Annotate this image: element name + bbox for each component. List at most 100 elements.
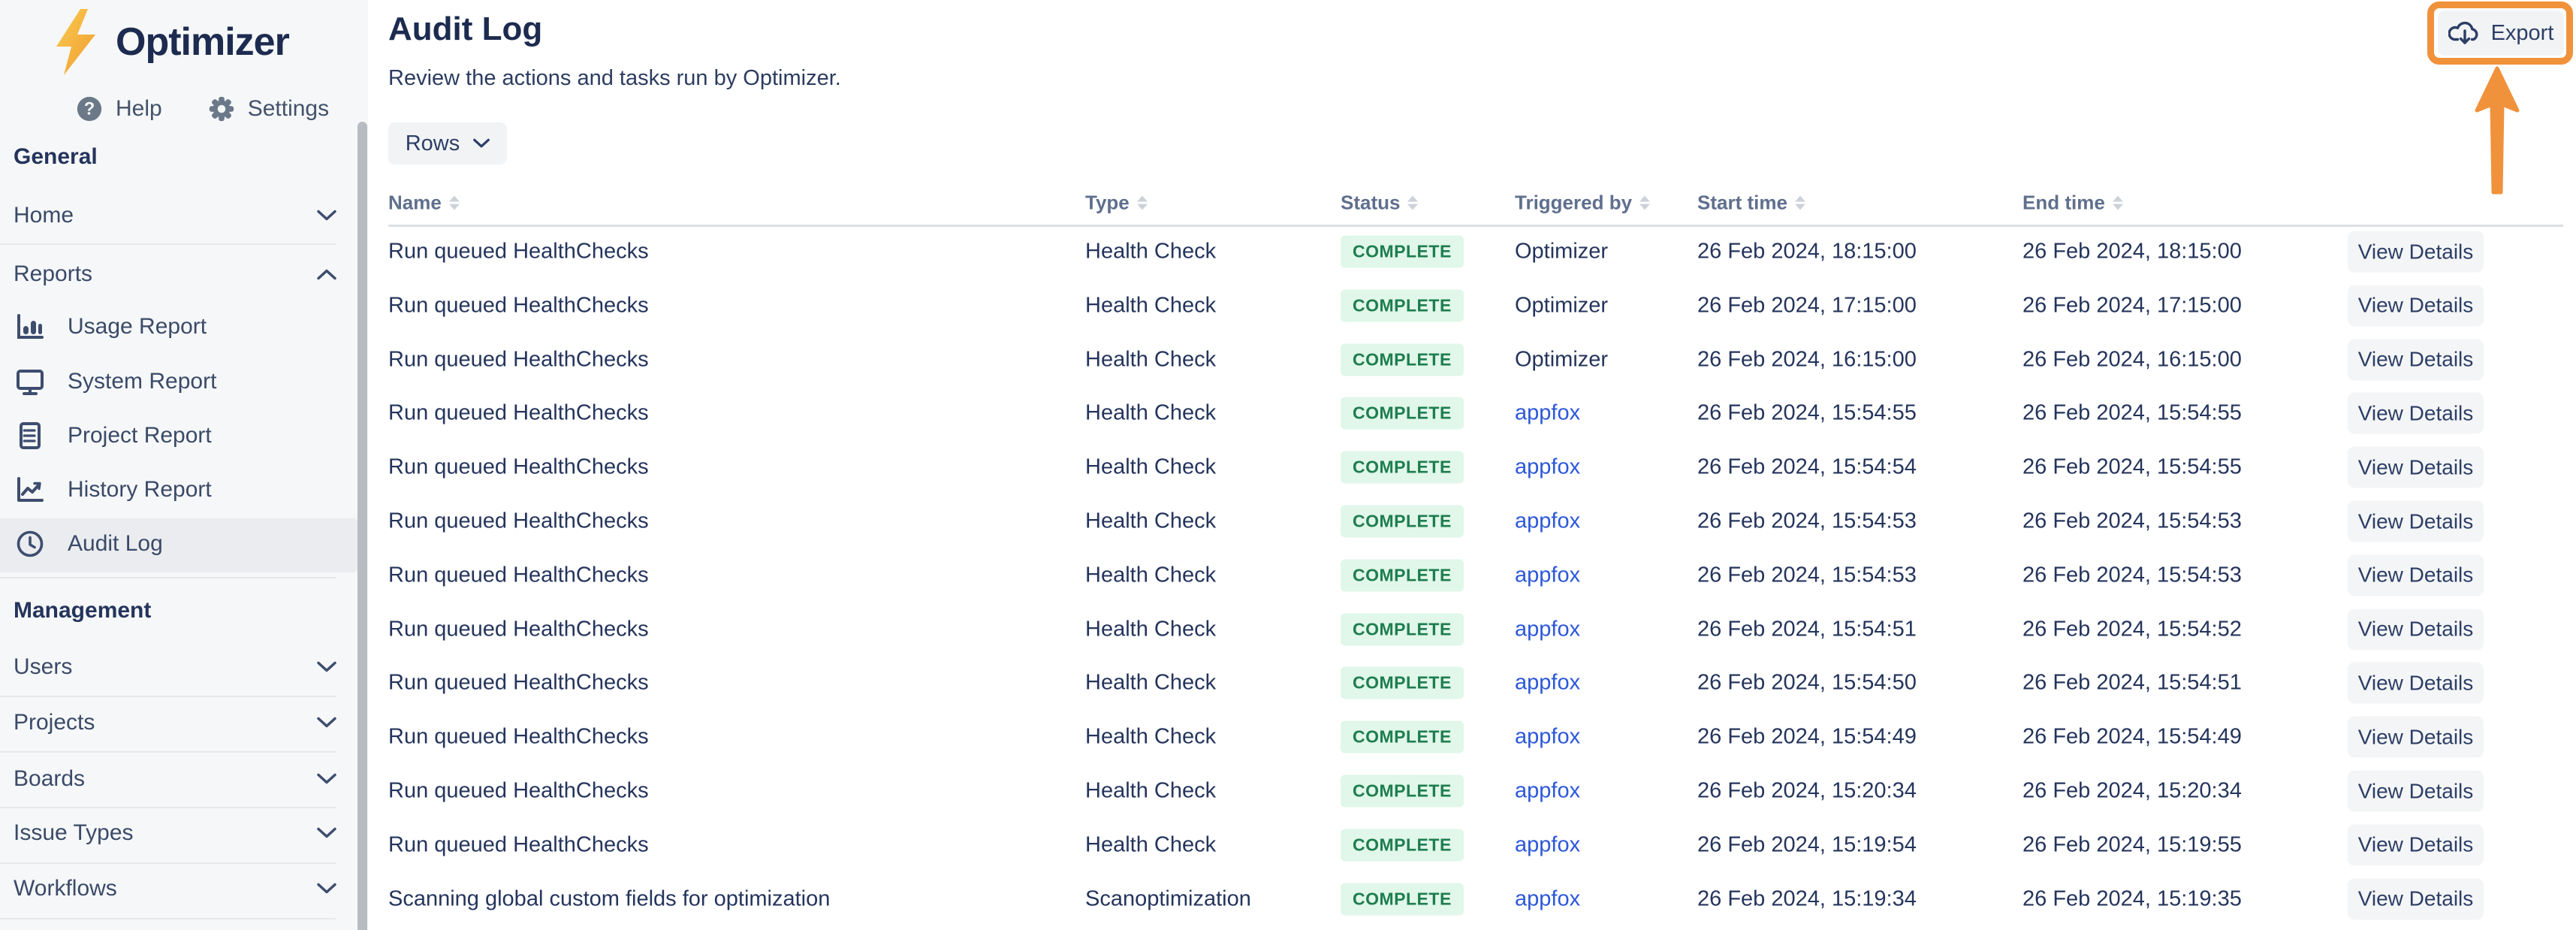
triggered-by-link[interactable]: appfox bbox=[1515, 455, 1580, 480]
audit-task-type: Health Check bbox=[1085, 671, 1216, 696]
triggered-by-link[interactable]: appfox bbox=[1515, 401, 1580, 426]
help-link[interactable]: ? Help bbox=[75, 95, 162, 123]
end-time-value: 26 Feb 2024, 15:54:55 bbox=[2022, 455, 2242, 480]
export-button[interactable]: Export bbox=[2438, 11, 2564, 56]
end-time-value: 26 Feb 2024, 15:54:53 bbox=[2022, 563, 2242, 587]
sidebar-divider bbox=[0, 696, 336, 697]
chevron-down-icon bbox=[317, 773, 336, 785]
sidebar-item-history-report[interactable]: History Report bbox=[15, 473, 336, 506]
settings-label: Settings bbox=[248, 96, 329, 122]
view-details-button[interactable]: View Details bbox=[2348, 771, 2484, 812]
view-details-button[interactable]: View Details bbox=[2348, 717, 2484, 758]
sidebar-item-audit-log[interactable]: Audit Log bbox=[15, 527, 336, 560]
status-badge: COMPLETE bbox=[1341, 775, 1464, 808]
view-details-button[interactable]: View Details bbox=[2348, 608, 2484, 650]
sidebar-scrollbar[interactable] bbox=[357, 122, 367, 930]
status-badge: COMPLETE bbox=[1341, 721, 1464, 753]
sort-carets-icon bbox=[449, 196, 460, 210]
end-time-value: 26 Feb 2024, 15:54:49 bbox=[2022, 725, 2242, 750]
help-label: Help bbox=[116, 96, 162, 122]
view-details-button[interactable]: View Details bbox=[2348, 285, 2484, 326]
start-time-value: 26 Feb 2024, 15:54:53 bbox=[1697, 509, 1917, 534]
start-time-value: 26 Feb 2024, 15:54:51 bbox=[1697, 617, 1917, 642]
sidebar-item-projects[interactable]: Projects bbox=[14, 706, 336, 739]
rows-button[interactable]: Rows bbox=[388, 122, 507, 165]
view-details-button[interactable]: View Details bbox=[2348, 663, 2484, 704]
sidebar-divider bbox=[0, 751, 336, 753]
chevron-up-icon bbox=[317, 268, 336, 280]
triggered-by-link[interactable]: appfox bbox=[1515, 671, 1580, 696]
triggered-by-link[interactable]: appfox bbox=[1515, 617, 1580, 642]
start-time-value: 26 Feb 2024, 15:54:53 bbox=[1697, 563, 1917, 587]
sidebar-divider bbox=[0, 918, 336, 919]
document-icon bbox=[15, 421, 45, 451]
triggered-by-link[interactable]: appfox bbox=[1515, 509, 1580, 534]
column-header-type[interactable]: Type bbox=[1085, 192, 1148, 215]
end-time-value: 26 Feb 2024, 15:20:34 bbox=[2022, 779, 2242, 804]
view-details-button[interactable]: View Details bbox=[2348, 447, 2484, 488]
clock-icon bbox=[15, 529, 45, 559]
audit-task-name: Run queued HealthChecks bbox=[388, 509, 649, 534]
sidebar-divider bbox=[0, 862, 336, 864]
triggered-by-link[interactable]: appfox bbox=[1515, 886, 1580, 911]
line-chart-icon bbox=[15, 475, 45, 505]
table-row: Run queued HealthChecks Health Check COM… bbox=[388, 333, 2484, 387]
sort-carets-icon bbox=[1795, 196, 1805, 210]
triggered-by-value: Optimizer bbox=[1515, 240, 1608, 264]
end-time-value: 26 Feb 2024, 17:15:00 bbox=[2022, 293, 2242, 318]
column-header-start-time[interactable]: Start time bbox=[1697, 192, 1805, 215]
sort-carets-icon bbox=[2113, 196, 2123, 210]
audit-task-name: Run queued HealthChecks bbox=[388, 617, 649, 642]
view-details-button[interactable]: View Details bbox=[2348, 824, 2484, 865]
sidebar-item-label: Home bbox=[14, 203, 74, 228]
svg-text:?: ? bbox=[84, 99, 95, 119]
section-title-general: General bbox=[14, 144, 98, 170]
rows-button-label: Rows bbox=[406, 131, 460, 156]
view-details-button[interactable]: View Details bbox=[2348, 231, 2484, 273]
sidebar-item-label: System Report bbox=[68, 369, 216, 394]
audit-task-type: Health Check bbox=[1085, 293, 1216, 318]
sidebar-item-label: Workflows bbox=[14, 876, 117, 901]
audit-task-name: Run queued HealthChecks bbox=[388, 293, 649, 318]
sidebar-item-label: Project Report bbox=[68, 423, 212, 448]
audit-task-name: Run queued HealthChecks bbox=[388, 240, 649, 264]
sidebar-item-usage-report[interactable]: Usage Report bbox=[15, 310, 336, 343]
sidebar-item-issue-types[interactable]: Issue Types bbox=[14, 817, 336, 850]
view-details-button[interactable]: View Details bbox=[2348, 554, 2484, 596]
sidebar-item-reports[interactable]: Reports bbox=[14, 258, 336, 291]
view-details-button[interactable]: View Details bbox=[2348, 878, 2484, 919]
sidebar-item-system-report[interactable]: System Report bbox=[15, 365, 336, 398]
sidebar-divider bbox=[0, 807, 336, 808]
settings-link[interactable]: Settings bbox=[207, 95, 329, 123]
start-time-value: 26 Feb 2024, 18:15:00 bbox=[1697, 240, 1917, 264]
view-details-button[interactable]: View Details bbox=[2348, 501, 2484, 542]
view-details-button[interactable]: View Details bbox=[2348, 393, 2484, 434]
triggered-by-link[interactable]: appfox bbox=[1515, 725, 1580, 750]
app-logo: Optimizer bbox=[53, 8, 289, 77]
sidebar-item-boards[interactable]: Boards bbox=[14, 762, 336, 796]
triggered-by-link[interactable]: appfox bbox=[1515, 563, 1580, 587]
sidebar-item-label: Usage Report bbox=[68, 314, 207, 340]
triggered-by-link[interactable]: appfox bbox=[1515, 779, 1580, 804]
triggered-by-link[interactable]: appfox bbox=[1515, 832, 1580, 857]
chevron-down-icon bbox=[317, 661, 336, 673]
sidebar-divider bbox=[0, 243, 336, 245]
status-badge: COMPLETE bbox=[1341, 883, 1464, 915]
sidebar-item-users[interactable]: Users bbox=[14, 651, 336, 684]
column-header-end-time[interactable]: End time bbox=[2022, 192, 2123, 215]
triggered-by-value: Optimizer bbox=[1515, 347, 1608, 372]
start-time-value: 26 Feb 2024, 15:54:54 bbox=[1697, 455, 1917, 480]
sidebar-item-project-report[interactable]: Project Report bbox=[15, 419, 336, 452]
column-header-status[interactable]: Status bbox=[1341, 192, 1418, 215]
sidebar-item-label: Boards bbox=[14, 766, 85, 792]
audit-task-type: Health Check bbox=[1085, 240, 1216, 264]
column-header-name[interactable]: Name bbox=[388, 192, 460, 215]
chevron-down-icon bbox=[317, 827, 336, 839]
sidebar-item-home[interactable]: Home bbox=[14, 199, 336, 232]
view-details-button[interactable]: View Details bbox=[2348, 339, 2484, 380]
status-badge: COMPLETE bbox=[1341, 559, 1464, 591]
gear-icon bbox=[207, 95, 236, 123]
sidebar-item-workflows[interactable]: Workflows bbox=[14, 872, 336, 905]
column-header-triggered-by[interactable]: Triggered by bbox=[1515, 192, 1650, 215]
table-row: Run queued HealthChecks Health Check COM… bbox=[388, 225, 2484, 279]
